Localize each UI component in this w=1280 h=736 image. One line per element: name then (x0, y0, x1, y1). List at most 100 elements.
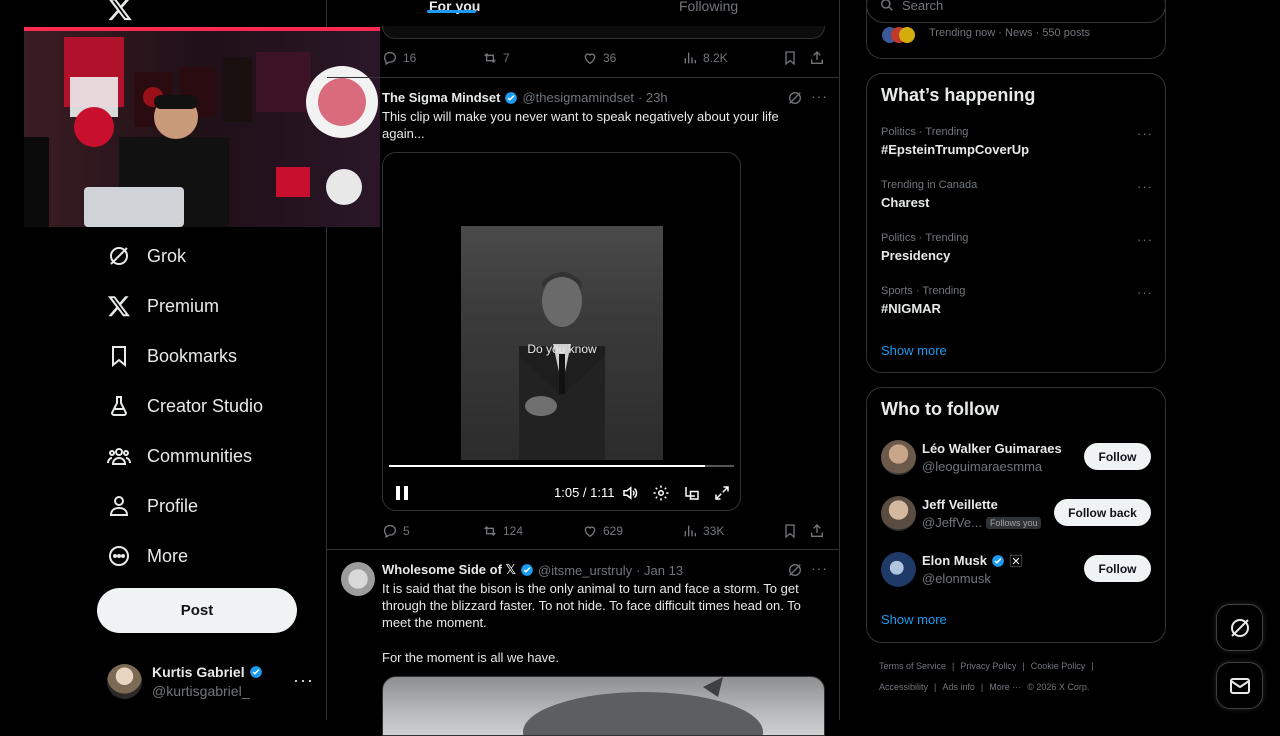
follow-back-button[interactable]: Follow back (1054, 499, 1151, 526)
nav-more[interactable]: More (107, 536, 188, 576)
settings-icon[interactable] (652, 484, 670, 502)
reply-button[interactable]: 5 (382, 523, 410, 539)
share-icon[interactable] (809, 523, 825, 539)
like-button[interactable]: 36 (582, 50, 616, 66)
pip-icon[interactable] (683, 484, 701, 502)
privacy-link[interactable]: Privacy Policy (960, 661, 1016, 671)
tab-following[interactable]: Following (679, 0, 738, 14)
author-handle[interactable]: @thesigmamindset (522, 90, 633, 105)
nav-profile[interactable]: Profile (107, 486, 198, 526)
trend-name[interactable]: Charest (881, 195, 929, 210)
like-count: 36 (603, 51, 617, 65)
grok-icon[interactable] (787, 90, 803, 106)
more-options-icon[interactable]: ··· (811, 560, 828, 576)
like-count: 629 (603, 524, 624, 538)
nav-premium[interactable]: Premium (107, 286, 219, 326)
post-button[interactable]: Post (97, 588, 297, 633)
views-button[interactable]: 8.2K (682, 50, 728, 66)
author-name[interactable]: Wholesome Side of 𝕏 (382, 562, 516, 578)
whats-happening-card: What’s happening Politics · Trending #Ep… (866, 73, 1166, 373)
divider (327, 549, 840, 550)
nav-label: Premium (147, 295, 220, 316)
more-options-icon[interactable]: ··· (1137, 232, 1153, 247)
video-controls: 1:05 / 1:11 (383, 481, 740, 505)
view-count: 33K (703, 524, 725, 538)
more-options-icon[interactable]: ··· (293, 670, 314, 691)
follow-suggestion-handle: @JeffVe... Follows you (922, 515, 1042, 530)
reply-button[interactable]: 16 (382, 50, 416, 66)
reply-count: 5 (403, 524, 410, 538)
terms-link[interactable]: Terms of Service (879, 661, 946, 671)
trend-name[interactable]: #NIGMAR (881, 301, 941, 316)
avatar[interactable] (881, 552, 916, 587)
footer-links: Terms of Service | Privacy Policy | Cook… (879, 661, 1094, 671)
follow-suggestion-name[interactable]: Jeff Veillette (922, 497, 998, 512)
nav-bookmarks[interactable]: Bookmarks (107, 336, 237, 376)
heart-icon (584, 526, 596, 538)
nav-grok[interactable]: Grok (107, 236, 186, 276)
grok-icon[interactable] (787, 562, 803, 578)
avatar[interactable] (341, 562, 375, 596)
view-count: 8.2K (703, 51, 728, 65)
show-more-link[interactable]: Show more (881, 612, 947, 627)
trend-name[interactable]: Presidency (881, 248, 950, 263)
follow-suggestion-name[interactable]: Léo Walker Guimaraes (922, 441, 1062, 456)
verified-badge-icon (249, 666, 262, 678)
more-options-icon[interactable]: ··· (1137, 179, 1153, 194)
nav-creator-studio[interactable]: Creator Studio (107, 386, 263, 426)
share-icon[interactable] (809, 50, 825, 66)
more-circle-icon (109, 546, 129, 566)
repost-icon (484, 53, 496, 63)
bookmark-icon[interactable] (782, 523, 798, 539)
separator: | (952, 661, 955, 671)
post-time[interactable]: · Jan 13 (636, 563, 683, 578)
x-logo-icon[interactable] (107, 0, 133, 22)
verified-badge-icon (505, 91, 518, 104)
separator: | (934, 682, 937, 692)
trend-name[interactable]: #EpsteinTrumpCoverUp (881, 142, 1029, 157)
volume-icon[interactable] (621, 484, 639, 502)
show-more-link[interactable]: Show more (881, 343, 947, 358)
footer-more-link[interactable]: More ··· (989, 682, 1021, 692)
video-player[interactable]: Do you know 1:05 / 1:11 (382, 152, 741, 511)
more-options-icon[interactable]: ··· (1137, 285, 1153, 300)
divider (327, 77, 840, 78)
bookmark-icon[interactable] (782, 50, 798, 66)
more-options-icon[interactable]: ··· (1137, 126, 1153, 141)
nav-label: Bookmarks (147, 345, 238, 366)
fullscreen-icon[interactable] (713, 484, 731, 502)
post-image[interactable] (382, 676, 825, 736)
views-icon (684, 525, 696, 537)
grok-floating-button[interactable] (1216, 604, 1263, 651)
follow-button[interactable]: Follow (1084, 555, 1151, 582)
account-switcher[interactable]: Kurtis Gabriel @kurtisgabriel_ ··· (107, 662, 317, 702)
author-name[interactable]: The Sigma Mindset (382, 90, 500, 105)
repost-button[interactable]: 124 (482, 523, 523, 539)
views-button[interactable]: 33K (682, 523, 724, 539)
cookie-link[interactable]: Cookie Policy (1031, 661, 1086, 671)
video-progress-bar[interactable] (389, 465, 734, 467)
author-handle[interactable]: @itsme_urstruly (538, 563, 632, 578)
follow-suggestion-name[interactable]: Elon Musk (922, 553, 1023, 568)
trending-avatars-icon (882, 27, 915, 43)
avatar[interactable] (881, 440, 916, 475)
accessibility-link[interactable]: Accessibility (879, 682, 928, 692)
trending-now-text: Trending now · News · 550 posts (929, 27, 1090, 39)
repost-button[interactable]: 7 (482, 50, 510, 66)
avatar[interactable] (881, 496, 916, 531)
like-button[interactable]: 629 (582, 523, 623, 539)
pause-icon[interactable] (395, 485, 409, 501)
trending-now-card[interactable]: Trending now · News · 550 posts (866, 0, 1166, 59)
messages-floating-button[interactable] (1216, 662, 1263, 709)
post-time[interactable]: · 23h (638, 90, 668, 105)
follow-button[interactable]: Follow (1084, 443, 1151, 470)
avatar (107, 664, 142, 699)
nav-communities[interactable]: Communities (107, 436, 252, 476)
more-options-icon[interactable]: ··· (811, 88, 828, 104)
previous-post-media[interactable] (382, 26, 825, 39)
follows-you-badge: Follows you (985, 516, 1042, 529)
grok-icon (1230, 618, 1249, 637)
ads-info-link[interactable]: Ads info (942, 682, 975, 692)
separator: | (980, 682, 984, 692)
verified-badge-icon (992, 554, 1004, 567)
